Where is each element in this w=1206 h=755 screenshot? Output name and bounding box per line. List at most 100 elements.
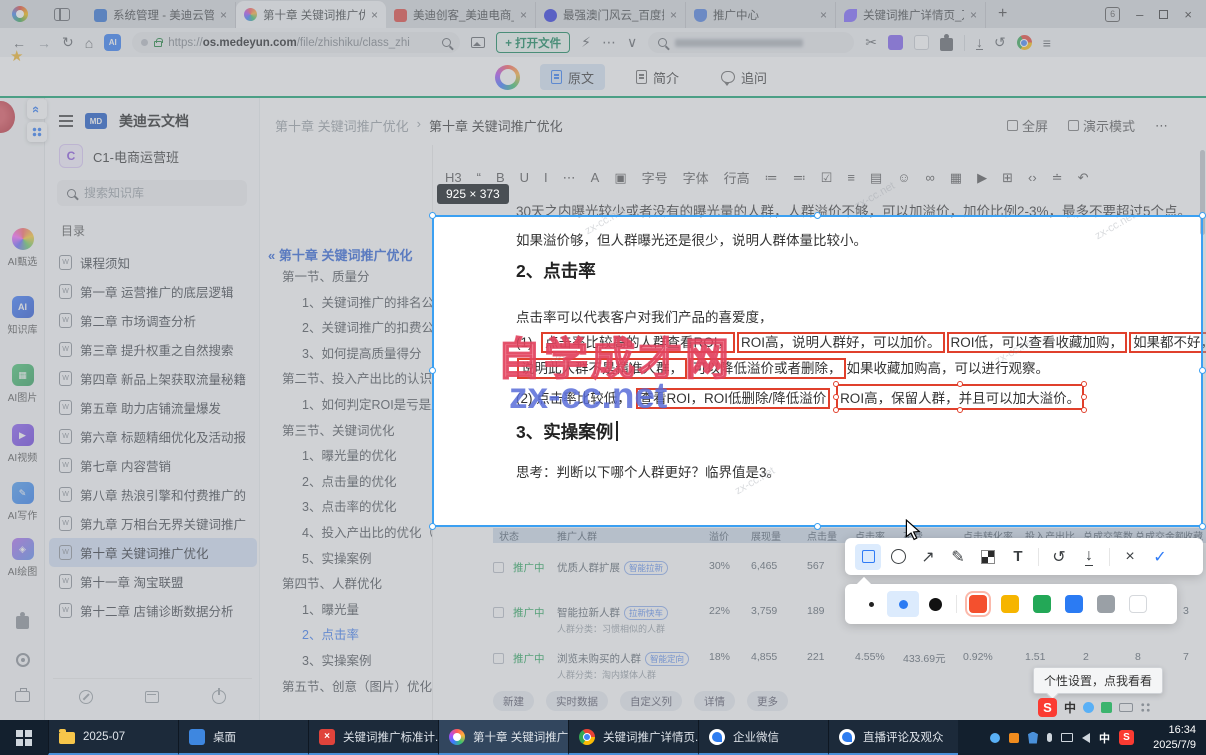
pen-tool[interactable]: ✎	[943, 542, 973, 572]
toc-item[interactable]: 1、曝光量的优化	[260, 444, 436, 470]
editor-tool-icon[interactable]: ▶	[977, 170, 987, 186]
edit-icon[interactable]	[79, 689, 94, 704]
toc-item[interactable]: 2、点击量的优化	[260, 470, 436, 496]
collapse-up-button[interactable]: «	[27, 99, 47, 119]
scissors-icon[interactable]: ✂	[865, 34, 877, 51]
tab-close-icon[interactable]: ×	[670, 8, 677, 22]
row-checkbox[interactable]	[493, 562, 504, 573]
taskbar-item[interactable]: 桌面	[178, 720, 308, 755]
url-text[interactable]: https://os.medeyun.com/file/zhishiku/cla…	[168, 37, 436, 49]
tray-shield-icon[interactable]	[1028, 731, 1038, 744]
undo-tool[interactable]: ↺	[1044, 542, 1074, 572]
editor-tool-icon[interactable]: H3	[445, 170, 462, 185]
arrow-tool[interactable]: ↗	[913, 542, 943, 572]
chapter-item[interactable]: 课程须知	[49, 248, 257, 277]
toc-item[interactable]: 2、点击率	[260, 623, 436, 649]
ai-rail-item[interactable]: ▦ AI图片	[0, 364, 45, 404]
save-tool[interactable]: ↓	[1074, 542, 1104, 572]
color-swatch[interactable]	[1129, 595, 1147, 613]
calendar-icon[interactable]	[145, 690, 160, 703]
box-handle[interactable]	[957, 381, 964, 387]
box-handle[interactable]	[1081, 394, 1088, 400]
taskbar-item[interactable]: 第十章 关键词推广...	[438, 720, 568, 755]
toc-item[interactable]: 第四节、人群优化	[260, 572, 436, 598]
plugin-icon[interactable]	[16, 612, 29, 629]
box-handle[interactable]	[957, 407, 964, 413]
extension-purple-icon[interactable]	[887, 35, 903, 50]
table-action-button[interactable]: 更多	[747, 691, 788, 711]
ai-rail-item[interactable]: AI甄选	[0, 228, 45, 268]
editor-tool-icon[interactable]: ⋯	[563, 170, 576, 186]
bookmark-star-icon[interactable]: ★	[10, 47, 23, 65]
box-handle[interactable]	[833, 381, 840, 387]
toc-item[interactable]: 3、如何提高质量得分	[260, 342, 436, 368]
text-tool[interactable]: T	[1003, 542, 1033, 572]
table-action-button[interactable]: 新建	[493, 691, 534, 711]
ime-lang-indicator[interactable]: 中	[1064, 699, 1076, 716]
chapter-item[interactable]: 第三章 提升权重之自然搜索	[49, 335, 257, 364]
toc-item[interactable]: 1、曝光量	[260, 598, 436, 624]
hamburger-icon[interactable]	[59, 115, 73, 117]
share-button[interactable]	[27, 122, 47, 142]
toc-item[interactable]: 3、实操案例	[260, 649, 436, 675]
start-button[interactable]	[0, 720, 48, 755]
stroke-size-large[interactable]	[919, 591, 951, 617]
kb-search-input[interactable]	[84, 186, 224, 200]
editor-tool-icon[interactable]: ∞	[926, 170, 935, 185]
extensions-puzzle-icon[interactable]	[939, 33, 953, 51]
stroke-size-medium[interactable]	[887, 591, 919, 617]
browser-profile-icon[interactable]	[1016, 35, 1032, 50]
ai-assistant-icon[interactable]	[495, 64, 520, 90]
table-header-cell[interactable]: 状态	[493, 528, 557, 543]
editor-tool-icon[interactable]: A	[591, 170, 600, 185]
ellipse-tool[interactable]	[883, 542, 913, 572]
audience-cell[interactable]: 优质人群扩展 智能拉新	[557, 560, 709, 577]
present-mode-button[interactable]: 演示模式	[1067, 116, 1135, 135]
editor-tool-icon[interactable]: 字号	[642, 168, 668, 187]
editor-tool-icon[interactable]: ≐	[1052, 170, 1063, 186]
tray-wecom-icon[interactable]	[990, 732, 1000, 743]
rectangle-tool[interactable]	[855, 543, 881, 570]
mosaic-tool[interactable]	[973, 542, 1003, 572]
row-checkbox[interactable]	[493, 607, 504, 618]
gear-icon[interactable]	[15, 653, 30, 667]
chapter-item[interactable]: 第四章 新品上架获取流量秘籍	[49, 364, 257, 393]
toc-item[interactable]: 3、点击率的优化	[260, 495, 436, 521]
briefcase-icon[interactable]	[15, 688, 30, 702]
editor-tool-icon[interactable]: ☑	[821, 170, 833, 186]
editor-tool-icon[interactable]: ≕	[793, 170, 806, 186]
close-window-button[interactable]: ×	[1184, 7, 1192, 22]
toc-item[interactable]: 第五节、创意（图片）优化	[260, 675, 436, 701]
taskbar-item[interactable]: 直播评论及观众	[828, 720, 958, 755]
workspace-row[interactable]: C C1-电商运营班	[59, 144, 179, 168]
tab-ask[interactable]: 追问	[710, 64, 778, 90]
table-action-button[interactable]: 实时数据	[546, 691, 608, 711]
editor-tool-icon[interactable]: 行高	[724, 168, 750, 187]
box-handle[interactable]	[1081, 407, 1088, 413]
editor-tool-icon[interactable]: U	[520, 170, 529, 185]
row-checkbox[interactable]	[493, 653, 504, 664]
color-swatch[interactable]	[1097, 595, 1115, 613]
kb-search-box[interactable]	[57, 180, 247, 206]
ime-skin-icon[interactable]	[1083, 702, 1095, 713]
more-tools-icon[interactable]: ⋯	[602, 34, 616, 51]
box-handle[interactable]	[833, 407, 840, 413]
chapter-item[interactable]: 第二章 市场调查分析	[49, 306, 257, 335]
forward-icon[interactable]: →	[37, 35, 51, 51]
taskbar-item[interactable]: 关键词推广详情页...	[568, 720, 698, 755]
scrollbar-thumb[interactable]	[1200, 150, 1205, 235]
taskbar-item[interactable]: 企业微信	[698, 720, 828, 755]
editor-tool-icon[interactable]: ▦	[950, 170, 962, 186]
selected-annotation-box[interactable]: ROI高，保留人群，并且可以加大溢价。	[833, 381, 1088, 413]
box-handle[interactable]	[1081, 381, 1088, 387]
chapter-item[interactable]: 第十二章 店铺诊断数据分析	[49, 596, 257, 625]
table-action-button[interactable]: 自定义列	[620, 691, 682, 711]
color-swatch[interactable]	[1001, 595, 1019, 613]
menu-icon[interactable]: ≡	[1043, 35, 1051, 51]
editor-tool-icon[interactable]: ≡	[847, 170, 855, 185]
tray-app-icon[interactable]	[1009, 732, 1019, 743]
chapter-item[interactable]: 第五章 助力店铺流量爆发	[49, 393, 257, 422]
taskbar-item[interactable]: 关键词推广标准计...	[308, 720, 438, 755]
editor-tool-icon[interactable]: ☺	[897, 170, 910, 185]
ai-rail-item[interactable]: ◈ AI绘图	[0, 538, 45, 578]
